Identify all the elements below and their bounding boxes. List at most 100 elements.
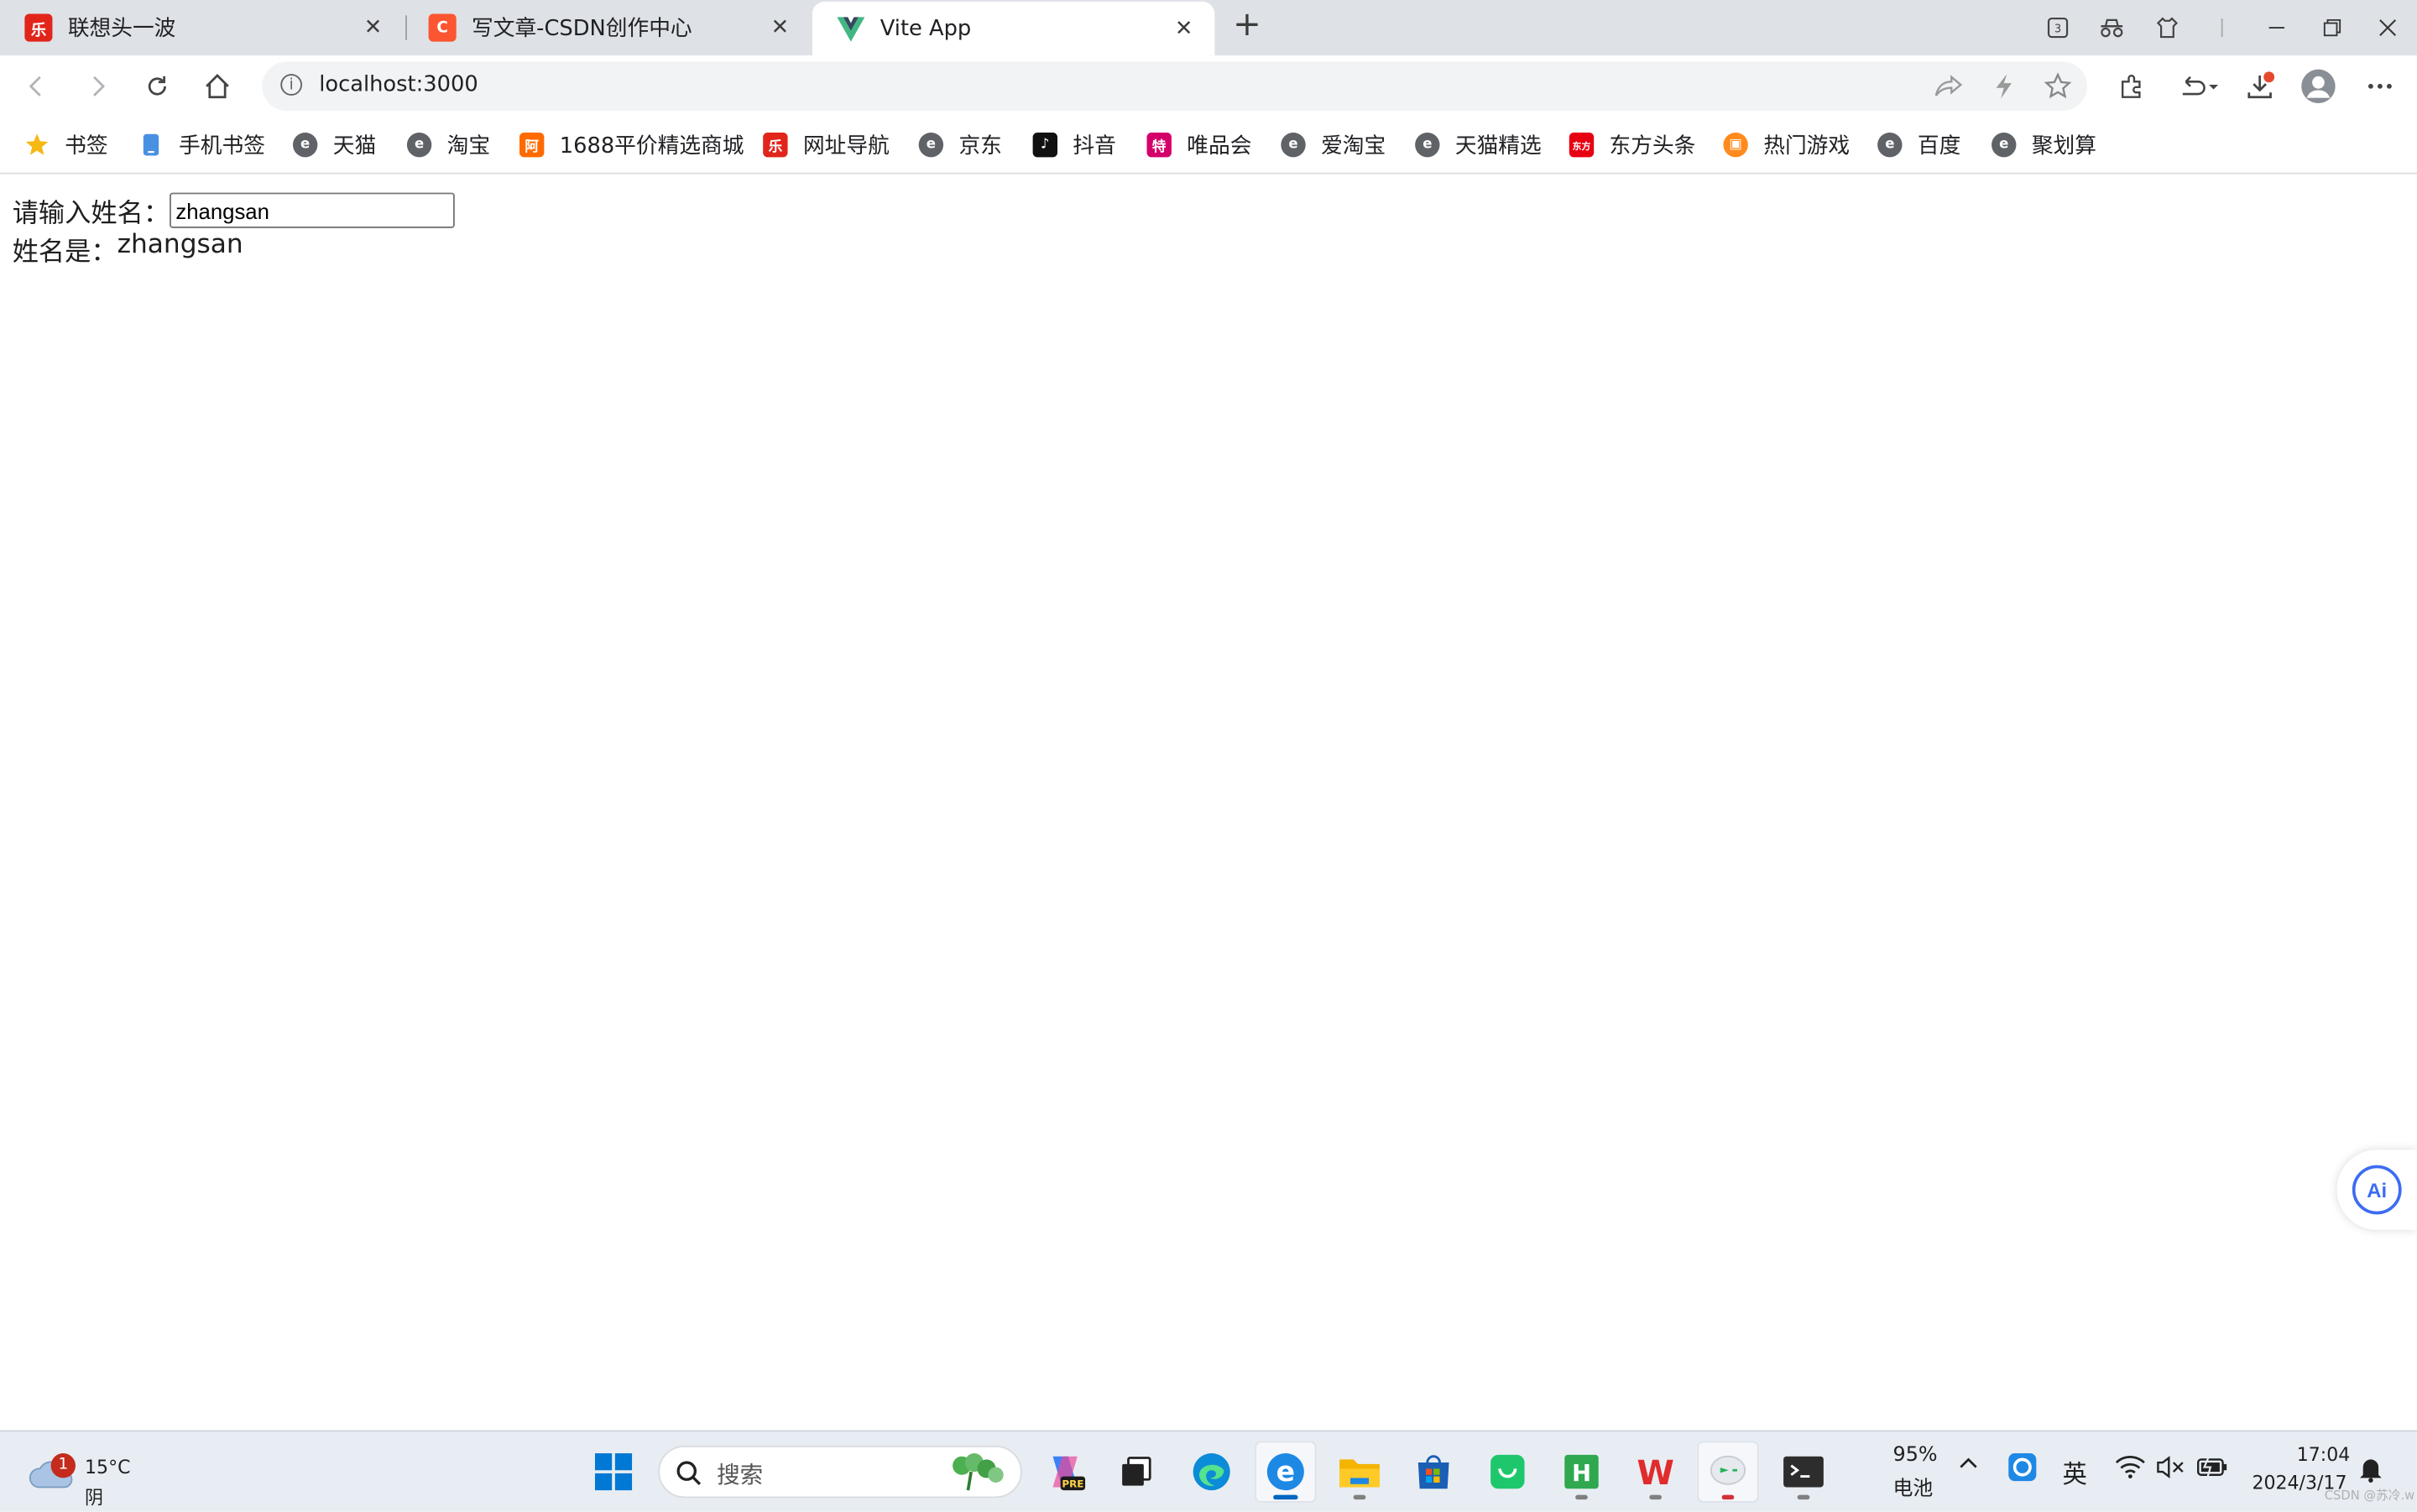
- close-icon[interactable]: ✕: [1168, 13, 1199, 44]
- incognito-icon[interactable]: [2091, 9, 2133, 46]
- bookmark-item[interactable]: 书签: [24, 129, 108, 160]
- weather-widget[interactable]: 1 15°C 阴: [28, 1444, 151, 1509]
- bookmark-label: 天猫精选: [1454, 133, 1542, 159]
- bookmark-label: 1688平价精选商城: [559, 133, 744, 159]
- bookmark-label: 聚划算: [2031, 133, 2096, 159]
- e-icon: e: [918, 132, 944, 158]
- lightning-icon[interactable]: [1988, 70, 2019, 102]
- e-icon: e: [1992, 132, 2017, 158]
- store-button[interactable]: [1402, 1441, 1464, 1502]
- bookmark-item[interactable]: 阿 1688平价精选商城: [519, 129, 744, 160]
- back-button[interactable]: [18, 68, 55, 105]
- bookmark-item[interactable]: e 百度: [1877, 129, 1960, 160]
- forward-button[interactable]: [79, 68, 116, 105]
- tray-app-button[interactable]: [2007, 1452, 2038, 1489]
- bookmark-label: 网址导航: [802, 133, 890, 159]
- extensions-icon[interactable]: [2113, 68, 2150, 105]
- copilot-icon: PRE: [1052, 1456, 1086, 1491]
- tab-lenovo[interactable]: 乐 联想头一波 ✕: [0, 0, 404, 55]
- address-url[interactable]: localhost:3000: [319, 72, 478, 96]
- bookmark-item[interactable]: e 天猫精选: [1415, 129, 1542, 160]
- bookmark-label: 京东: [958, 133, 1002, 159]
- restore-icon[interactable]: [2310, 9, 2353, 46]
- hbuilder-icon: H: [1564, 1454, 1599, 1489]
- profile-avatar[interactable]: [2300, 68, 2336, 105]
- tab-vite-app[interactable]: Vite App ✕: [812, 1, 1215, 56]
- tab-csdn[interactable]: C 写文章-CSDN创作中心 ✕: [404, 0, 811, 55]
- wifi-icon: [2115, 1456, 2145, 1478]
- close-icon[interactable]: ✕: [765, 13, 796, 44]
- window-close-icon[interactable]: [2366, 9, 2409, 46]
- bookmark-item[interactable]: ♪ 抖音: [1032, 129, 1116, 160]
- address-bar[interactable]: i localhost:3000: [262, 61, 2087, 112]
- e-browser-icon: e: [1266, 1453, 1304, 1491]
- volume-button[interactable]: [2155, 1455, 2186, 1486]
- more-menu-icon[interactable]: [2362, 68, 2399, 105]
- lenovo-icon: 乐: [24, 13, 53, 42]
- shopping-app-button[interactable]: [1477, 1441, 1538, 1502]
- battery-label[interactable]: 电池: [1893, 1472, 1934, 1501]
- notifications-button[interactable]: [2358, 1455, 2383, 1489]
- task-view-button[interactable]: [1105, 1441, 1167, 1502]
- battery-percent[interactable]: 95%: [1893, 1444, 1938, 1468]
- bookmark-label: 唯品会: [1187, 133, 1252, 159]
- ai-assistant-button[interactable]: Ai: [2336, 1150, 2417, 1230]
- windows-icon: [594, 1453, 633, 1491]
- bookmark-item[interactable]: 乐 网址导航: [763, 129, 890, 160]
- tab-actions-icon[interactable]: 3: [2036, 9, 2079, 46]
- bookmark-item[interactable]: e 淘宝: [406, 129, 490, 160]
- wifi-button[interactable]: [2115, 1455, 2146, 1486]
- wps-button[interactable]: W: [1625, 1441, 1686, 1502]
- star-outline-icon[interactable]: [2043, 70, 2074, 102]
- start-button[interactable]: [582, 1441, 644, 1502]
- name-result-value: zhangsan: [117, 229, 243, 261]
- share-icon[interactable]: [1933, 70, 1964, 102]
- terminal-button[interactable]: [1772, 1441, 1834, 1502]
- hbuilder-button[interactable]: H: [1551, 1441, 1612, 1502]
- new-tab-button[interactable]: +: [1227, 8, 1267, 46]
- copilot-button[interactable]: PRE: [1034, 1441, 1095, 1502]
- shirt-icon[interactable]: [2146, 9, 2189, 46]
- bookmark-item[interactable]: 东方 东方头条: [1569, 129, 1696, 160]
- douyin-icon: ♪: [1032, 132, 1058, 158]
- undo-dropdown-icon[interactable]: [2174, 68, 2223, 105]
- bookmark-item[interactable]: e 京东: [918, 129, 1002, 160]
- file-explorer-button[interactable]: [1329, 1441, 1390, 1502]
- weather-desc: 阴: [85, 1487, 104, 1509]
- bookmark-label: 东方头条: [1609, 133, 1696, 159]
- edge-button[interactable]: [1181, 1441, 1242, 1502]
- name-input[interactable]: [170, 192, 455, 228]
- e-icon: e: [292, 132, 318, 158]
- reload-button[interactable]: [138, 68, 175, 105]
- page-content: 请输入姓名： 姓名是： zhangsan Ai: [0, 174, 2417, 1431]
- bookmark-item[interactable]: e 聚划算: [1992, 129, 2096, 160]
- tray-expand-button[interactable]: [1958, 1453, 1980, 1481]
- home-button[interactable]: [199, 68, 236, 105]
- minimize-icon[interactable]: [2255, 9, 2298, 46]
- clock-time[interactable]: 17:04: [2297, 1444, 2351, 1466]
- bookmark-item[interactable]: 手机书签: [138, 129, 265, 160]
- e-icon: e: [1281, 132, 1306, 158]
- clover-icon: [953, 1453, 1004, 1491]
- ai-icon: Ai: [2352, 1165, 2402, 1215]
- battery-button[interactable]: [2195, 1455, 2229, 1486]
- tab-strip: 乐 联想头一波 ✕ C 写文章-CSDN创作中心 ✕ Vite App ✕ + …: [0, 0, 2417, 56]
- e-icon: e: [1877, 132, 1903, 158]
- name-input-row: 请输入姓名：: [13, 191, 455, 230]
- taskbar-search[interactable]: 搜索: [658, 1445, 1022, 1499]
- ime-indicator[interactable]: 英: [2063, 1453, 2087, 1490]
- home-icon: [206, 74, 229, 99]
- tab-title: 联想头一波: [67, 17, 176, 42]
- download-icon[interactable]: [2242, 68, 2279, 105]
- ie-browser-button[interactable]: e: [1255, 1441, 1317, 1503]
- browser-toolbar: i localhost:3000: [0, 55, 2417, 117]
- vue-icon: [837, 14, 865, 42]
- site-info-icon[interactable]: i: [280, 74, 303, 96]
- bookmark-item[interactable]: e 爱淘宝: [1281, 129, 1386, 160]
- chat-app-button[interactable]: [1697, 1441, 1759, 1503]
- e-icon: e: [406, 132, 432, 158]
- bookmark-item[interactable]: 特 唯品会: [1146, 129, 1252, 160]
- close-icon[interactable]: ✕: [358, 13, 389, 44]
- bookmark-item[interactable]: e 天猫: [292, 129, 376, 160]
- bookmark-item[interactable]: ▣ 热门游戏: [1723, 129, 1850, 160]
